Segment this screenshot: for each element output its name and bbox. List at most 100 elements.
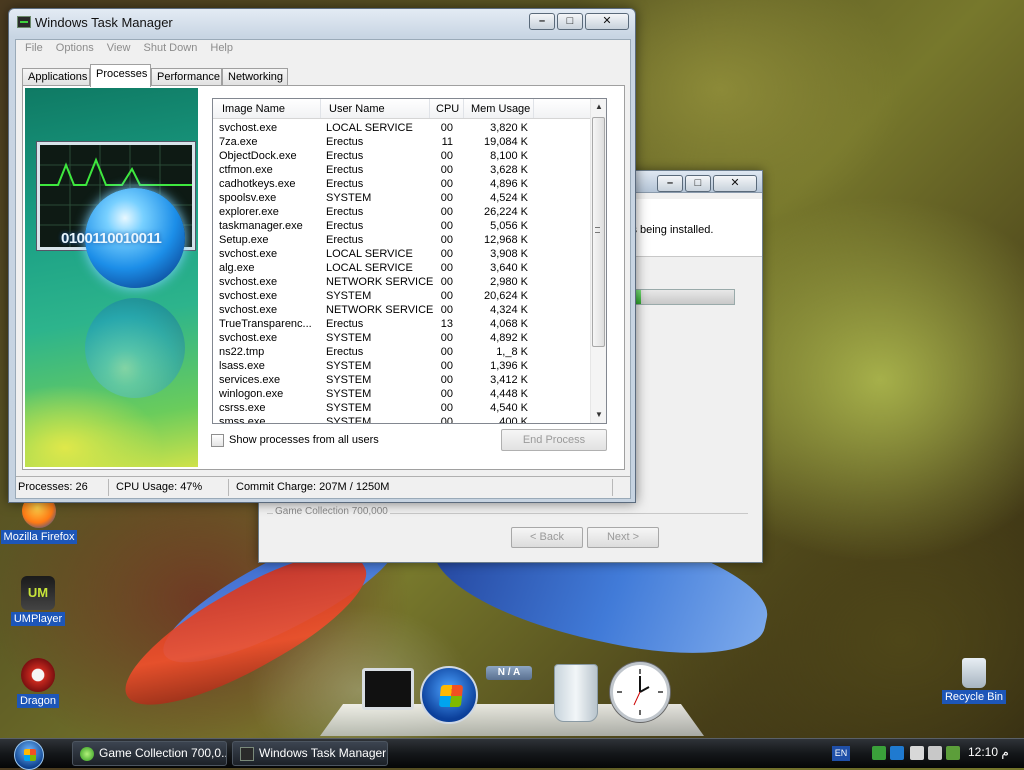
scroll-up-arrow-icon[interactable]: ▲ [595,102,603,111]
process-row[interactable]: spoolsv.exe SYSTEM 00 4,524 K [213,191,591,205]
process-row[interactable]: taskmanager.exe Erectus 00 5,056 K [213,219,591,233]
process-user-name: Erectus [326,178,364,190]
tab-networking[interactable]: Networking [222,68,288,86]
process-row[interactable]: ns22.tmp Erectus 00 1,_8 K [213,345,591,359]
process-cpu: 00 [440,276,453,288]
close-button[interactable]: ✕ [713,175,757,192]
process-row[interactable]: services.exe SYSTEM 00 3,412 K [213,373,591,387]
process-row[interactable]: svchost.exe LOCAL SERVICE 00 3,908 K [213,247,591,261]
process-row[interactable]: explorer.exe Erectus 00 26,224 K [213,205,591,219]
tray-volume-icon[interactable] [910,746,924,760]
process-cpu: 00 [440,374,453,386]
process-row[interactable]: smss.exe SYSTEM 00 400 K [213,415,591,424]
process-user-name: SYSTEM [326,402,372,414]
column-image-name[interactable]: Image Name [222,103,285,115]
next-button[interactable]: Next > [587,527,659,548]
status-bar: Processes: 26 CPU Usage: 47% Commit Char… [16,476,630,498]
tray-monitor-icon[interactable] [946,746,960,760]
taskbar-button-game-collection[interactable]: Game Collection 700,0... [72,741,227,766]
process-row[interactable]: alg.exe LOCAL SERVICE 00 3,640 K [213,261,591,275]
dock-recycle-bin-icon[interactable] [554,664,598,722]
desktop-icon-label: UMPlayer [10,612,66,626]
process-row[interactable]: svchost.exe NETWORK SERVICE 00 4,324 K [213,303,591,317]
process-user-name: SYSTEM [326,416,372,424]
process-user-name: LOCAL SERVICE [326,248,413,260]
start-button[interactable] [10,740,48,770]
process-row[interactable]: Setup.exe Erectus 00 12,968 K [213,233,591,247]
process-image-name: smss.exe [219,416,266,424]
process-mem-usage: 26,224 K [483,206,528,218]
process-mem-usage: 4,540 K [490,402,528,414]
process-user-name: Erectus [326,206,364,218]
column-cpu[interactable]: CPU [436,103,459,115]
dock-clock-icon[interactable] [610,662,670,722]
maximize-button[interactable]: □ [557,13,583,30]
process-user-name: NETWORK SERVICE [326,276,434,288]
process-mem-usage: 4,448 K [490,388,528,400]
taskbar-button-task-manager[interactable]: Windows Task Manager [232,741,388,766]
minimize-button[interactable]: – [529,13,555,30]
process-user-name: Erectus [326,164,364,176]
menu-shut-down[interactable]: Shut Down [139,40,203,56]
status-processes: Processes: 26 [18,481,88,493]
task-manager-window[interactable]: Windows Task Manager – □ ✕ File Options … [8,8,636,503]
tray-app-icon[interactable] [890,746,904,760]
tab-applications[interactable]: Applications [22,68,90,86]
process-list[interactable]: Image Name User Name CPU Mem Usage svcho… [212,98,607,424]
process-mem-usage: 20,624 K [483,290,528,302]
maximize-button[interactable]: □ [685,175,711,192]
menu-view[interactable]: View [102,40,136,56]
column-mem-usage[interactable]: Mem Usage [471,103,530,115]
process-row[interactable]: lsass.exe SYSTEM 00 1,396 K [213,359,591,373]
process-row[interactable]: svchost.exe LOCAL SERVICE 00 3,820 K [213,121,591,135]
desktop-icon-dragon[interactable]: Dragon [0,658,78,708]
show-all-users-checkbox[interactable] [211,434,224,447]
tray-network-icon[interactable] [872,746,886,760]
column-user-name[interactable]: User Name [329,103,385,115]
back-button[interactable]: < Back [511,527,583,548]
desktop-icon-umplayer[interactable]: UMPlayer [0,576,78,626]
process-cpu: 00 [440,304,453,316]
tab-performance[interactable]: Performance [151,68,222,86]
process-row[interactable]: svchost.exe NETWORK SERVICE 00 2,980 K [213,275,591,289]
close-button[interactable]: ✕ [585,13,629,30]
menu-help[interactable]: Help [205,40,238,56]
tab-processes[interactable]: Processes [90,64,151,87]
process-row[interactable]: svchost.exe SYSTEM 00 20,624 K [213,289,591,303]
dock-task-manager-icon[interactable] [362,668,414,710]
process-row[interactable]: TrueTransparenc... Erectus 13 4,068 K [213,317,591,331]
process-image-name: 7za.exe [219,136,258,148]
install-progress-bar [629,289,735,305]
desktop-icon-recycle-bin[interactable]: Recycle Bin [934,658,1014,704]
process-cpu: 00 [440,206,453,218]
process-row[interactable]: cadhotkeys.exe Erectus 00 4,896 K [213,177,591,191]
tray-tool-icon[interactable] [928,746,942,760]
language-indicator[interactable]: EN [832,746,850,761]
end-process-button[interactable]: End Process [501,429,607,451]
process-image-name: svchost.exe [219,304,278,316]
process-mem-usage: 4,892 K [490,332,528,344]
process-row[interactable]: ObjectDock.exe Erectus 00 8,100 K [213,149,591,163]
menu-bar: File Options View Shut Down Help [16,40,630,58]
process-image-name: svchost.exe [219,276,278,288]
dock-na-label[interactable]: N / A [486,666,532,680]
process-row[interactable]: svchost.exe SYSTEM 00 4,892 K [213,331,591,345]
process-list-scrollbar[interactable]: ▲ ▼ [590,99,606,423]
process-mem-usage: 400 K [499,416,528,424]
process-row[interactable]: winlogon.exe SYSTEM 00 4,448 K [213,387,591,401]
menu-file[interactable]: File [20,40,48,56]
dock-start-icon[interactable] [420,666,478,724]
setup-icon [80,747,94,761]
process-row[interactable]: ctfmon.exe Erectus 00 3,628 K [213,163,591,177]
scroll-down-arrow-icon[interactable]: ▼ [595,410,603,419]
process-row[interactable]: csrss.exe SYSTEM 00 4,540 K [213,401,591,415]
process-cpu: 00 [440,402,453,414]
process-image-name: ns22.tmp [219,346,265,358]
process-cpu: 00 [440,150,453,162]
menu-options[interactable]: Options [51,40,99,56]
process-image-name: taskmanager.exe [219,220,303,232]
tray-clock[interactable]: 12:10 م [968,745,1009,759]
process-row[interactable]: 7za.exe Erectus 11 19,084 K [213,135,591,149]
minimize-button[interactable]: – [657,175,683,192]
process-user-name: Erectus [326,318,364,330]
